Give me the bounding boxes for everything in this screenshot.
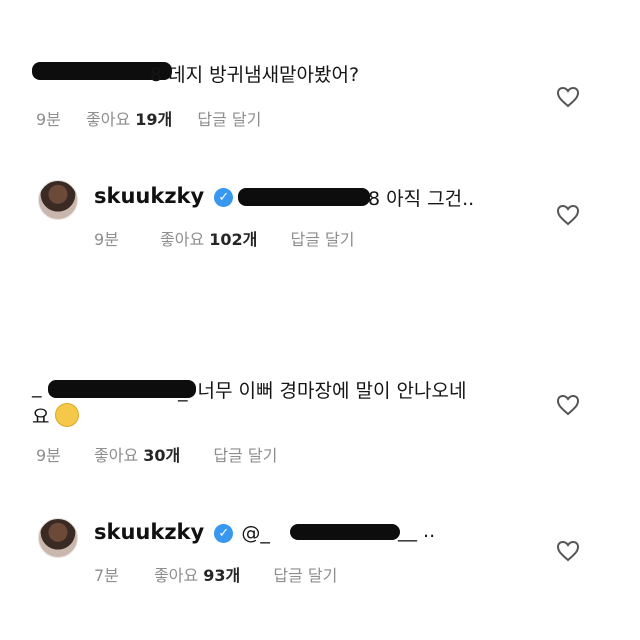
redacted-mention bbox=[290, 524, 400, 540]
comment-body: 8 데지 방귀냄새맡아봤어? bbox=[150, 64, 360, 86]
comment-body-cont: 요 bbox=[32, 406, 50, 428]
comment-time: 9분 bbox=[94, 230, 119, 249]
verified-badge-icon: ✓ bbox=[214, 188, 234, 207]
username[interactable]: skuukzky bbox=[94, 184, 204, 208]
like-label: 좋아요 bbox=[160, 230, 205, 249]
heart-icon[interactable] bbox=[556, 394, 580, 416]
avatar[interactable] bbox=[38, 180, 78, 220]
heart-icon[interactable] bbox=[556, 86, 580, 108]
like-count-value: 19개 bbox=[135, 110, 173, 129]
comment-meta: 7분 좋아요 93개 답글 달기 bbox=[94, 562, 337, 586]
comment-time: 7분 bbox=[94, 566, 119, 585]
reply-button[interactable]: 답글 달기 bbox=[290, 230, 354, 249]
like-count[interactable]: 좋아요 19개 bbox=[86, 110, 172, 129]
username-prefix[interactable]: _ bbox=[32, 376, 42, 398]
mention-prefix[interactable]: @_ bbox=[241, 522, 270, 544]
comment-time: 9분 bbox=[36, 110, 61, 129]
username[interactable]: skuukzky bbox=[94, 520, 204, 544]
comment-text-line2: 요 bbox=[32, 402, 80, 429]
comment-meta: 9분 좋아요 102개 답글 달기 bbox=[94, 226, 354, 250]
comment-text: _ 너무 이뻐 경마장에 말이 안나오네 bbox=[178, 376, 466, 403]
mention-tail[interactable]: 8 bbox=[368, 188, 380, 210]
comment-1: 8 데지 방귀냄새맡아봤어? 9분 좋아요 19개 답글 달기 bbox=[0, 0, 640, 140]
heart-icon[interactable] bbox=[556, 204, 580, 226]
like-label: 좋아요 bbox=[154, 566, 199, 585]
comment-meta: 9분 좋아요 30개 답글 달기 bbox=[36, 442, 277, 466]
like-count[interactable]: 좋아요 30개 bbox=[94, 446, 180, 465]
avatar[interactable] bbox=[38, 518, 78, 558]
reply-button[interactable]: 답글 달기 bbox=[213, 446, 277, 465]
redacted-mention bbox=[238, 188, 370, 206]
comment-text: 8 데지 방귀냄새맡아봤어? bbox=[150, 60, 359, 87]
like-count[interactable]: 좋아요 93개 bbox=[154, 566, 240, 585]
like-count-value: 102개 bbox=[209, 230, 258, 249]
username-tail[interactable]: _ bbox=[178, 380, 188, 402]
reply-button[interactable]: 답글 달기 bbox=[197, 110, 261, 129]
shushing-face-emoji-icon bbox=[55, 403, 80, 427]
comment-time: 9분 bbox=[36, 446, 61, 465]
mention-tail[interactable]: __ .. bbox=[398, 520, 435, 542]
like-count-value: 93개 bbox=[203, 566, 241, 585]
comment-text: 8 아직 그건.. bbox=[368, 184, 474, 211]
verified-badge-icon: ✓ bbox=[214, 524, 234, 543]
comment-text: __ .. bbox=[398, 520, 435, 542]
redacted-username bbox=[48, 380, 196, 398]
heart-icon[interactable] bbox=[556, 540, 580, 562]
comment-body: 아직 그건.. bbox=[386, 188, 475, 210]
like-count-value: 30개 bbox=[143, 446, 181, 465]
comment-4: skuukzky ✓ @_ __ .. 7분 좋아요 93개 답글 달기 bbox=[0, 500, 640, 620]
like-label: 좋아요 bbox=[86, 110, 131, 129]
comment-text: _ bbox=[32, 376, 42, 398]
comment-3: _ _ 너무 이뻐 경마장에 말이 안나오네 요 9분 좋아요 30개 답글 달… bbox=[0, 360, 640, 480]
comment-text: skuukzky ✓ @_ bbox=[94, 520, 270, 544]
like-count[interactable]: 좋아요 102개 bbox=[160, 230, 257, 249]
comment-meta: 9분 좋아요 19개 답글 달기 bbox=[36, 106, 261, 130]
like-label: 좋아요 bbox=[94, 446, 139, 465]
comment-body: 너무 이뻐 경마장에 말이 안나오네 bbox=[197, 380, 467, 402]
reply-button[interactable]: 답글 달기 bbox=[273, 566, 337, 585]
comment-text: skuukzky ✓ bbox=[94, 184, 235, 208]
comment-2: skuukzky ✓ 8 아직 그건.. 9분 좋아요 102개 답글 달기 bbox=[0, 150, 640, 290]
